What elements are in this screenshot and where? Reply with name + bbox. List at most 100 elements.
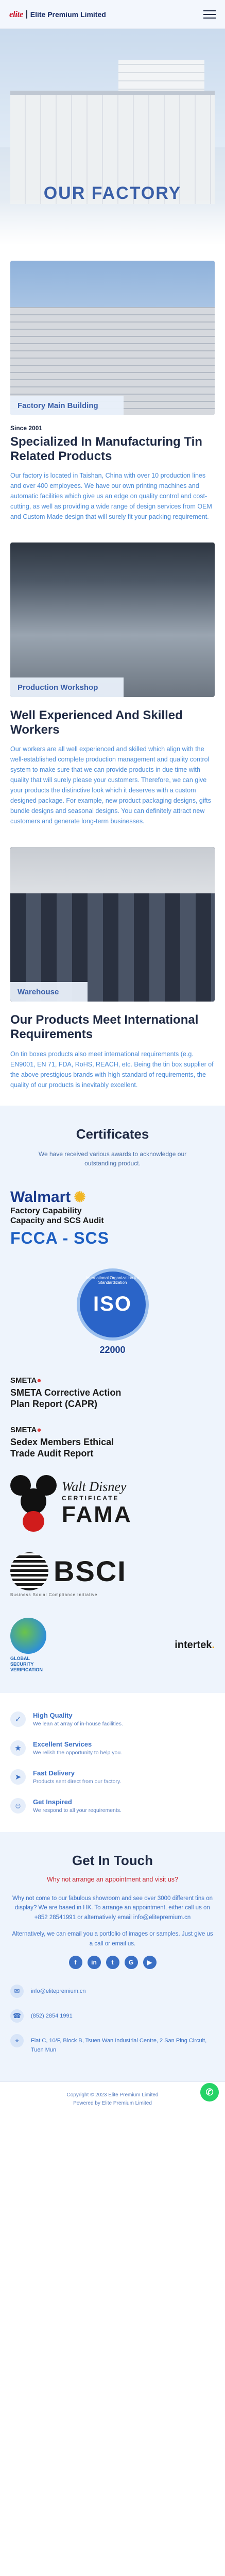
- intertek-logo: intertek.: [175, 1639, 215, 1651]
- disney-text-block: Walt Disney CERTIFICATE FAMA: [62, 1479, 132, 1528]
- star-icon: ★: [10, 1740, 26, 1756]
- youtube-icon[interactable]: ▶: [143, 1956, 157, 1970]
- site-header: elite Elite Premium Limited: [0, 0, 225, 29]
- workers-section: Production Workshop Well Experienced And…: [0, 527, 225, 826]
- email-link[interactable]: info@elitepremium.cn: [31, 1985, 86, 1996]
- contact-title: Get In Touch: [72, 1853, 153, 1869]
- intertek-dot: .: [212, 1639, 215, 1651]
- requirements-section: Warehouse Our Products Meet Internationa…: [0, 832, 225, 1090]
- address-text: Flat C, 10/F, Block B, Tsuen Wan Industr…: [31, 2038, 207, 2053]
- facebook-icon[interactable]: f: [68, 1956, 82, 1970]
- feature-title: High Quality: [33, 1711, 73, 1720]
- feature-desc: Products sent direct from our factory.: [33, 1778, 122, 1785]
- warehouse-card: Warehouse: [10, 847, 215, 1002]
- section-heading: Specialized In Manufacturing Tin Related…: [10, 435, 202, 463]
- disney-certificate-label: CERTIFICATE: [62, 1494, 119, 1502]
- certificates-section: Certificates We have received various aw…: [0, 1105, 225, 1693]
- mickey-icon: [10, 1475, 57, 1532]
- smeta-brand: SMETA: [10, 1376, 37, 1385]
- email-icon: ✉: [10, 1985, 24, 1998]
- feature-item: ➤ Fast Delivery Products sent direct fro…: [10, 1769, 215, 1785]
- social-links: f in t G ▶: [10, 1956, 215, 1970]
- twitter-icon[interactable]: t: [106, 1956, 119, 1970]
- since-text: Since 2001: [10, 425, 43, 432]
- logo-mark: elite: [9, 9, 23, 19]
- spark-icon: ✺: [74, 1189, 86, 1206]
- email-row: ✉ info@elitepremium.cn: [10, 1985, 215, 1998]
- feature-title: Excellent Services: [33, 1740, 92, 1749]
- smeta-brand: SMETA: [10, 1425, 37, 1434]
- gsv-line-1: GLOBAL: [10, 1655, 30, 1661]
- production-workshop-card: Production Workshop: [10, 543, 215, 698]
- whatsapp-icon[interactable]: ✆: [200, 2083, 219, 2102]
- disney-brand: Walt Disney: [62, 1479, 127, 1494]
- section-heading: Well Experienced And Skilled Workers: [10, 708, 183, 737]
- bsci-text: BSCI: [54, 1555, 127, 1588]
- smeta-line-2: Plan Report (CAPR): [10, 1399, 98, 1410]
- section-heading: Our Products Meet International Requirem…: [10, 1013, 199, 1041]
- workshop-photo: [10, 543, 215, 698]
- menu-icon-bar: [203, 13, 216, 15]
- feature-text: High Quality We lean at array of in-hous…: [33, 1711, 123, 1727]
- phone-link[interactable]: (852) 2854 1991: [31, 2009, 73, 2021]
- fcca-line-1: Factory Capability: [10, 1206, 82, 1215]
- walmart-brand: Walmart: [10, 1188, 71, 1206]
- feature-desc: We lean at array of in-house facilities.: [33, 1721, 123, 1727]
- address-row: ⌖ Flat C, 10/F, Block B, Tsuen Wan Indus…: [10, 2034, 215, 2055]
- contact-question: Why not arrange an appointment and visit…: [46, 1876, 178, 1884]
- quality-icon: ✓: [10, 1711, 26, 1727]
- logo-divider: [26, 10, 27, 19]
- menu-icon-bar: [203, 10, 216, 11]
- smeta-line-2: Trade Audit Report: [10, 1448, 94, 1459]
- copyright-text: Copyright © 2023 Elite Premium Limited: [66, 2092, 159, 2098]
- logo-text: Elite Premium Limited: [30, 10, 106, 19]
- certificates-title: Certificates: [76, 1126, 149, 1142]
- logo[interactable]: elite Elite Premium Limited: [9, 9, 106, 20]
- factory-section: Factory Main Building Since 2001 Special…: [0, 245, 225, 522]
- feature-desc: We respond to all your requirements.: [33, 1807, 122, 1814]
- smeta-capr-certificate: SMETA● SMETA Corrective Action Plan Repo…: [10, 1376, 215, 1410]
- feature-item: ★ Excellent Services We relish the oppor…: [10, 1740, 215, 1756]
- gsv-line-2: SECURITY: [10, 1661, 34, 1667]
- mickey-body: [23, 1511, 44, 1532]
- warehouse-photo: [10, 847, 215, 1002]
- section-paragraph: On tin boxes products also meet internat…: [10, 1050, 214, 1089]
- linkedin-icon[interactable]: in: [87, 1956, 101, 1970]
- contact-paragraph: Why not come to our fabulous showroom an…: [12, 1895, 213, 1921]
- smeta-line-1: Sedex Members Ethical: [10, 1436, 114, 1447]
- feature-title: Get Inspired: [33, 1798, 72, 1806]
- gsv-intertek-certificates: GLOBAL SECURITY VERIFICATION intertek.: [10, 1617, 215, 1672]
- certificates-subtitle: We have received various awards to ackno…: [38, 1150, 187, 1167]
- image-label: Warehouse: [10, 982, 88, 1002]
- factory-main-building-card: Factory Main Building: [10, 261, 215, 415]
- location-icon: ⌖: [10, 2034, 24, 2048]
- image-label: Production Workshop: [10, 677, 124, 698]
- menu-icon[interactable]: [200, 7, 216, 22]
- iso-ring-text: International Organization for Standardi…: [85, 1275, 140, 1285]
- contact-section: Get In Touch Why not arrange an appointm…: [0, 1832, 225, 2082]
- fama-text: FAMA: [62, 1501, 132, 1527]
- section-paragraph: Our factory is located in Taishan, China…: [10, 472, 212, 521]
- feature-text: Get Inspired We respond to all your requ…: [33, 1798, 122, 1814]
- gsv-line-3: VERIFICATION: [10, 1667, 43, 1672]
- smeta-logo: SMETA●: [10, 1426, 215, 1434]
- feature-text: Fast Delivery Products sent direct from …: [33, 1769, 121, 1785]
- intertek-text: intertek: [175, 1639, 212, 1651]
- gsv-text: GLOBAL SECURITY VERIFICATION: [10, 1656, 46, 1672]
- image-label: Factory Main Building: [10, 396, 124, 415]
- iso-logo: International Organization for Standardi…: [76, 1268, 149, 1341]
- feature-title: Fast Delivery: [33, 1769, 75, 1777]
- smeta-logo: SMETA●: [10, 1376, 215, 1385]
- feature-text: Excellent Services We relish the opportu…: [33, 1740, 122, 1756]
- disney-fama-certificate: Walt Disney CERTIFICATE FAMA: [10, 1475, 215, 1532]
- iso-text: ISO: [93, 1293, 132, 1316]
- fcca-scs-text: FCCA - SCS: [10, 1228, 109, 1247]
- bsci-certificate: BSCI Business Social Compliance Initiati…: [10, 1552, 215, 1597]
- smeta-line-1: SMETA Corrective Action: [10, 1387, 122, 1398]
- section-paragraph: Our workers are all well experienced and…: [10, 745, 211, 825]
- google-icon[interactable]: G: [124, 1956, 138, 1970]
- iso-number: 22000: [99, 1344, 126, 1355]
- walmart-logo: Walmart ✺: [10, 1189, 86, 1206]
- phone-icon: ☎: [10, 2009, 24, 2023]
- walmart-certificate: Walmart ✺ Factory Capability Capacity an…: [10, 1189, 215, 1248]
